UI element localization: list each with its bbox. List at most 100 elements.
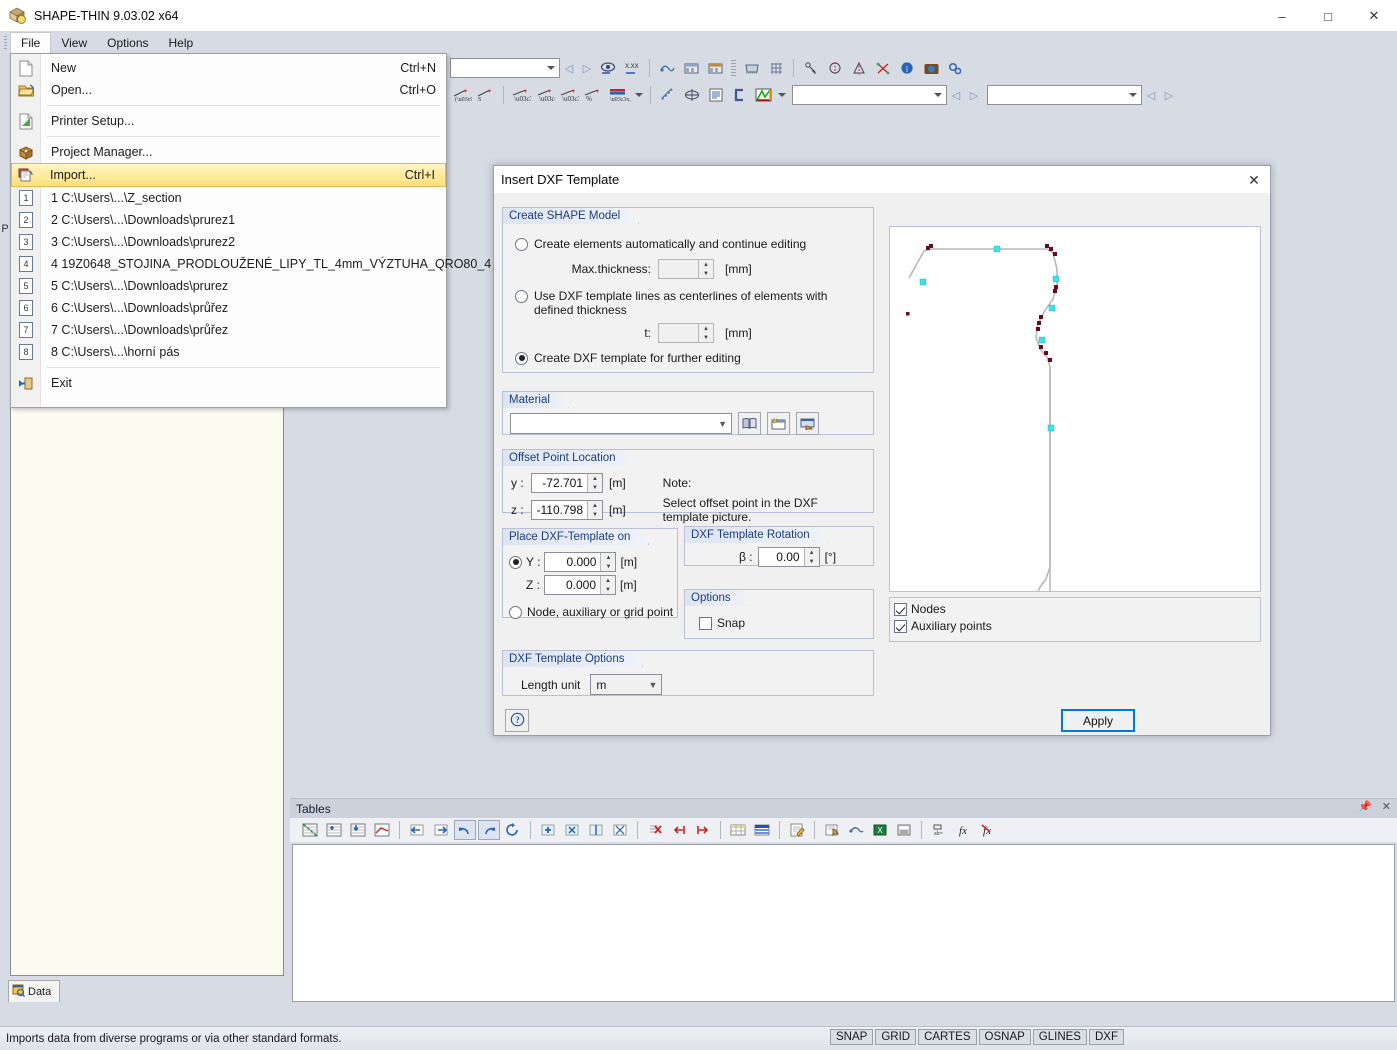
material-library-button[interactable] [738,412,761,435]
clear-table-icon[interactable] [609,820,631,840]
render-icon[interactable] [656,57,678,79]
edit-note-icon[interactable] [786,820,808,840]
offset-y-input[interactable]: -72.701 ▲▼ [531,473,603,493]
table-view-icon[interactable] [680,57,702,79]
result-next-button[interactable]: ▷ [965,85,983,105]
t-up[interactable]: ▲ [699,324,713,333]
t-down[interactable]: ▼ [699,333,713,342]
menu-item-recent-2[interactable]: 2 2 C:\Users\...\Downloads\prurez1 [11,209,446,231]
table-grid-icon[interactable] [727,820,749,840]
project-navigator-tab[interactable]: P [0,218,10,240]
toolbar-case-combo[interactable] [987,85,1142,105]
tau-icon[interactable]: \u03c4 [534,84,556,106]
settings-gear-icon[interactable] [944,57,966,79]
menu-item-recent-7[interactable]: 7 7 C:\Users\...\Downloads\průřez [11,319,446,341]
redo-icon[interactable] [478,820,500,840]
minimize-button[interactable]: – [1259,0,1305,32]
status-flag-grid[interactable]: GRID [875,1029,916,1045]
length-unit-select[interactable]: m ▼ [590,674,662,695]
maximize-button[interactable]: □ [1305,0,1351,32]
table-import-icon[interactable] [347,820,369,840]
place-z-down[interactable]: ▼ [601,585,615,594]
apply-button[interactable]: Apply [1061,709,1135,732]
stress-omega-icon[interactable]: (\u03c9) [451,84,473,106]
stress-s-omega-icon[interactable]: S [475,84,497,106]
snap-checkbox[interactable] [699,617,712,630]
material-select[interactable]: ▼ [510,413,732,434]
toolbar-section-combo[interactable] [450,58,560,78]
undo-icon[interactable] [454,820,476,840]
place-z-up[interactable]: ▲ [601,576,615,585]
t-input[interactable]: ▲▼ [658,323,714,343]
offset-z-up[interactable]: ▲ [588,501,602,510]
menu-help[interactable]: Help [159,32,204,54]
add-row-icon[interactable] [537,820,559,840]
menu-file[interactable]: File [10,32,51,54]
grid-icon[interactable] [765,57,787,79]
radio-create-template[interactable] [515,352,528,365]
menu-item-recent-1[interactable]: 1 1 C:\Users\...\Z_section [11,187,446,209]
table-edit-icon[interactable] [299,820,321,840]
sigma-dropdown-arrow[interactable] [634,84,644,106]
sigma-xpl-icon[interactable]: \u03c3x,pl [606,84,632,106]
menu-item-recent-5[interactable]: 5 5 C:\Users\...\Downloads\prurez [11,275,446,297]
camera-icon[interactable] [920,57,942,79]
sort-ab-icon[interactable]: ab= [928,820,950,840]
offset-z-down[interactable]: ▼ [588,510,602,519]
prev-button[interactable]: ◁ [560,58,578,78]
table-insert-row-icon[interactable] [323,820,345,840]
status-flag-osnap[interactable]: OSNAP [979,1029,1031,1045]
table-chart-icon[interactable] [371,820,393,840]
rotate-mirror-icon[interactable] [824,57,846,79]
auxiliary-points-checkbox[interactable] [894,620,907,633]
tables-grid[interactable] [292,844,1395,1002]
help-button[interactable]: ? [505,709,529,732]
close-icon[interactable]: ✕ [1382,800,1391,813]
status-flag-dxf[interactable]: DXF [1089,1029,1124,1045]
centroid-icon[interactable] [681,84,703,106]
case-next-button[interactable]: ▷ [1160,85,1178,105]
menu-item-project-manager[interactable]: Project Manager... [11,141,446,163]
menu-gripper[interactable] [0,32,10,54]
shift-right-icon[interactable] [692,820,714,840]
color-palette-icon[interactable] [753,84,775,106]
toolbar-gripper[interactable] [731,60,736,76]
menu-item-printer-setup[interactable]: Printer Setup... [11,110,446,132]
refresh-icon[interactable] [502,820,524,840]
toolbar-result-combo[interactable] [792,85,947,105]
duplicate-row-icon[interactable] [561,820,583,840]
place-y-down[interactable]: ▼ [601,562,615,571]
print-report-icon[interactable] [821,820,843,840]
max-thickness-down[interactable]: ▼ [699,269,713,278]
nav-back-icon[interactable] [406,820,428,840]
ruler-icon[interactable] [657,84,679,106]
menu-item-exit[interactable]: Exit [11,372,446,394]
bracket-icon[interactable] [729,84,751,106]
menu-item-open[interactable]: Open... Ctrl+O [11,79,446,101]
beta-down[interactable]: ▼ [805,557,819,566]
menu-item-new[interactable]: New Ctrl+N [11,57,446,79]
mirror-icon[interactable] [848,57,870,79]
radio-place-node[interactable] [509,606,522,619]
place-y-up[interactable]: ▲ [601,553,615,562]
dxf-preview[interactable] [889,226,1261,592]
close-button[interactable]: ✕ [1351,0,1397,32]
value-display-icon[interactable]: X.XX [621,57,643,79]
excel-export-icon[interactable]: X [869,820,891,840]
place-z-input[interactable]: 0.000 ▲▼ [544,575,616,595]
dialog-close-button[interactable]: ✕ [1242,169,1266,191]
menu-item-import[interactable]: Import... Ctrl+I [11,163,446,187]
beta-input[interactable]: 0.00 ▲▼ [758,547,820,567]
beta-up[interactable]: ▲ [805,548,819,557]
max-thickness-input[interactable]: ▲▼ [658,259,714,279]
case-prev-button[interactable]: ◁ [1142,85,1160,105]
view-eye-icon[interactable] [597,57,619,79]
mesh-icon[interactable] [741,57,763,79]
calculator-icon[interactable] [893,820,915,840]
material-edit-button[interactable] [796,412,819,435]
menu-item-recent-3[interactable]: 3 3 C:\Users\...\Downloads\prurez2 [11,231,446,253]
info-icon[interactable]: i [896,57,918,79]
offset-y-down[interactable]: ▼ [588,483,602,492]
delete-row-icon[interactable] [644,820,666,840]
menu-item-recent-6[interactable]: 6 6 C:\Users\...\Downloads\průřez [11,297,446,319]
